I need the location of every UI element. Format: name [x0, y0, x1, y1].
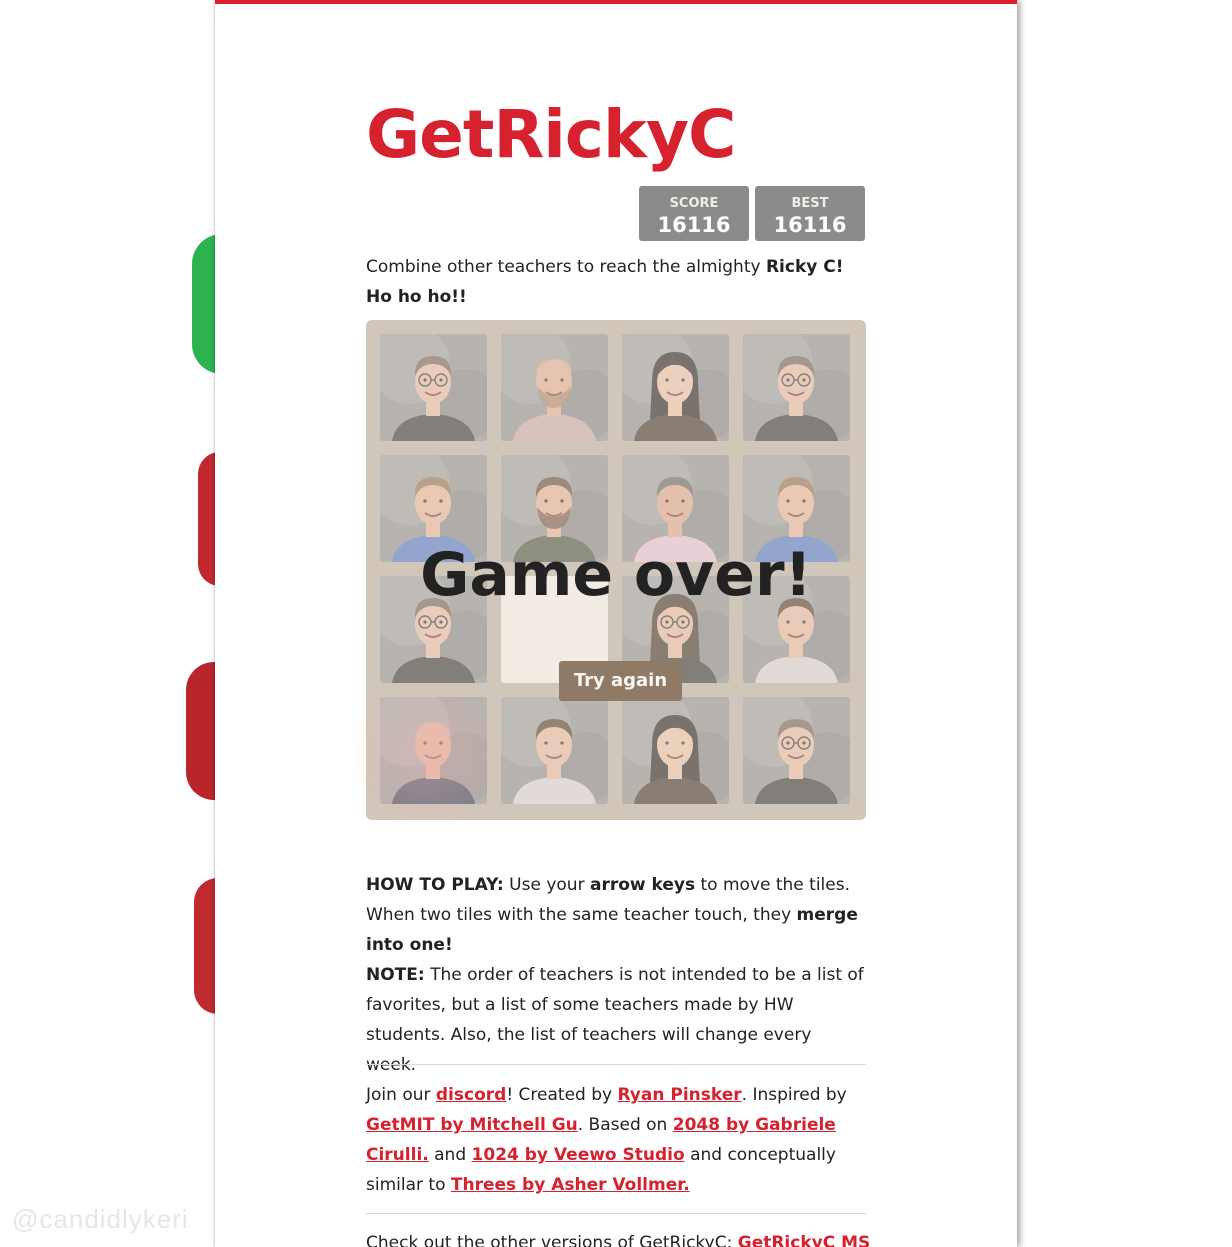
- credits-text: . Inspired by: [741, 1085, 847, 1105]
- page-card: GetRickyC SCORE 16116 BEST 16116 Combine…: [215, 0, 1017, 1247]
- ryan-pinsker-link[interactable]: Ryan Pinsker: [617, 1085, 741, 1105]
- score-value: 16116: [657, 213, 731, 237]
- watermark: @candidlykeri: [12, 1204, 189, 1234]
- game-over-message: Game over!: [420, 540, 812, 610]
- divider: [366, 1064, 866, 1065]
- credits: Join our discord! Created by Ryan Pinske…: [366, 1080, 866, 1200]
- threes-link[interactable]: Threes by Asher Vollmer.: [451, 1175, 690, 1195]
- credits-text: . Based on: [577, 1115, 673, 1135]
- note-label: NOTE:: [366, 965, 425, 985]
- credits-text: ! Created by: [506, 1085, 618, 1105]
- score-label: SCORE: [669, 196, 719, 211]
- getmit-link[interactable]: GetMIT by Mitchell Gu: [366, 1115, 578, 1135]
- best-label: BEST: [791, 196, 829, 211]
- credits-text: Join our: [366, 1085, 436, 1105]
- 1024-link[interactable]: 1024 by Veewo Studio: [472, 1145, 685, 1165]
- divider: [366, 1213, 866, 1214]
- discord-link[interactable]: discord: [436, 1085, 506, 1105]
- score-box: SCORE 16116: [639, 186, 749, 241]
- decorative-glow: [346, 680, 506, 830]
- try-again-button[interactable]: Try again: [559, 661, 682, 701]
- other-versions-text: Check out the other versions of GetRicky…: [366, 1233, 738, 1247]
- best-value: 16116: [773, 213, 847, 237]
- best-score-box: BEST 16116: [755, 186, 865, 241]
- note-text: The order of teachers is not intended to…: [366, 965, 864, 1075]
- getrickyc-ms-link[interactable]: GetRickyC MS: [738, 1233, 871, 1247]
- intro-plain: Combine other teachers to reach the almi…: [366, 257, 766, 277]
- other-versions: Check out the other versions of GetRicky…: [366, 1228, 886, 1247]
- howto-text: Use your: [503, 875, 590, 895]
- how-to-play: HOW TO PLAY: Use your arrow keys to move…: [366, 870, 866, 1080]
- page-title: GetRickyC: [366, 96, 736, 173]
- intro-text: Combine other teachers to reach the almi…: [366, 252, 866, 312]
- howto-label: HOW TO PLAY:: [366, 875, 504, 895]
- howto-arrow-keys: arrow keys: [589, 875, 696, 895]
- credits-text: and: [428, 1145, 472, 1165]
